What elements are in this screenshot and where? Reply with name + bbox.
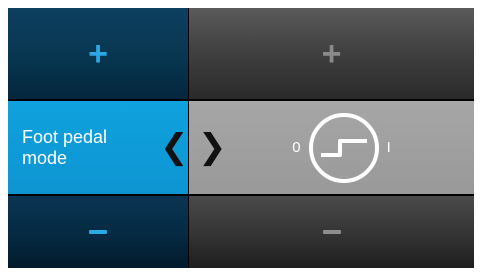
pedal-off-label: 0 [292, 139, 301, 156]
foot-pedal-mode-label: Foot pedal mode [22, 126, 108, 168]
left-decrease-button[interactable] [8, 196, 188, 268]
minus-icon [322, 230, 341, 234]
foot-pedal-step-icon [308, 112, 379, 183]
foot-pedal-settings-panel: + Foot pedal mode + 0 I ❮ ❯ [8, 8, 474, 268]
plus-icon: + [321, 34, 342, 73]
foot-pedal-mode-value: 0 I [189, 101, 474, 194]
left-increase-button[interactable]: + [8, 8, 188, 99]
pedal-on-label: I [386, 139, 391, 156]
minus-icon [89, 230, 107, 234]
plus-icon: + [88, 34, 108, 73]
right-increase-button[interactable]: + [189, 8, 474, 99]
chevron-right-icon[interactable]: ❯ [198, 130, 227, 164]
chevron-left-icon[interactable]: ❮ [160, 130, 189, 164]
right-decrease-button[interactable] [189, 196, 474, 268]
